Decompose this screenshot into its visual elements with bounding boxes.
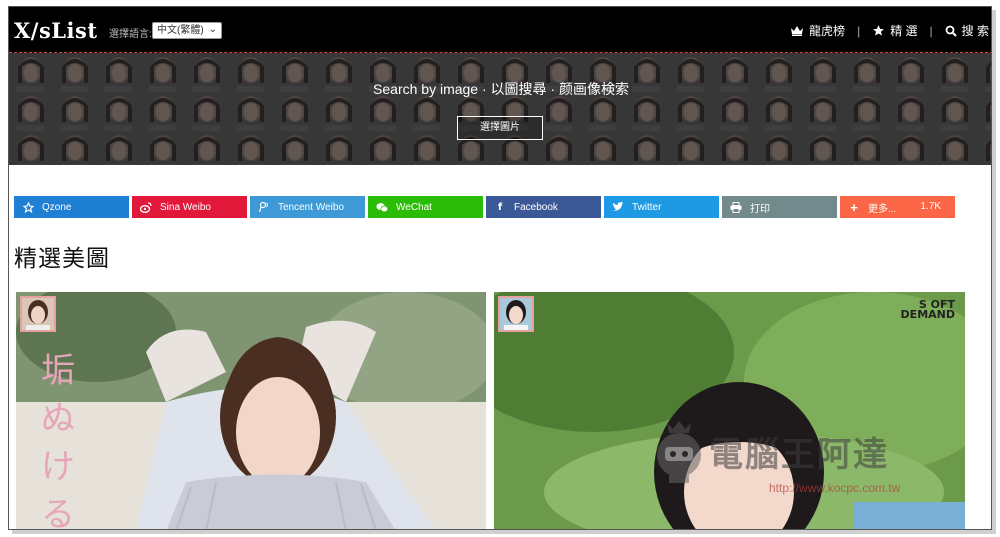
twitter-icon xyxy=(612,201,624,213)
share-label: Facebook xyxy=(514,201,558,213)
share-facebook-button[interactable]: f Facebook xyxy=(486,196,601,218)
language-selected-value: 中文(繁體) xyxy=(157,25,204,36)
featured-image-card[interactable]: 垢ぬける xyxy=(16,292,486,530)
avatar-photo xyxy=(22,298,54,330)
nav-label-search: 搜 索 xyxy=(961,24,989,38)
share-label: WeChat xyxy=(396,201,432,213)
share-bar: Qzone Sina Weibo Tencent Weibo WeChat f … xyxy=(14,196,955,218)
face-mosaic-background xyxy=(9,53,991,165)
plus-icon: + xyxy=(850,199,858,215)
top-navigation-bar: X/sList 選擇語言: 中文(繁體) ⌄ 龍虎榜 | 精 選 | 搜 索 xyxy=(9,7,991,53)
studio-logo: S OFT DEMAND xyxy=(900,299,955,321)
weibo-icon xyxy=(140,201,152,213)
choose-image-button[interactable]: 選擇圖片 xyxy=(457,116,543,140)
share-count: 1.7K xyxy=(920,201,941,212)
watermark-mascot-icon xyxy=(657,421,701,483)
nav-item-search[interactable]: 搜 索 xyxy=(945,22,989,39)
print-icon xyxy=(730,201,742,213)
share-label: 打印 xyxy=(750,203,770,215)
studio-logo-bottom: DEMAND xyxy=(900,308,955,321)
nav-label-ranking: 龍虎榜 xyxy=(809,24,846,38)
facebook-icon: f xyxy=(497,201,503,213)
image-search-banner: Search by image · 以圖搜尋 · 颜画像検索 選擇圖片 xyxy=(9,53,991,165)
watermark-text: 電腦王阿達 xyxy=(709,436,889,474)
nav-divider: | xyxy=(929,23,933,38)
share-tencent-weibo-button[interactable]: Tencent Weibo xyxy=(250,196,365,218)
share-label: Sina Weibo xyxy=(160,201,211,213)
star-icon xyxy=(873,25,885,36)
main-nav: 龍虎榜 | 精 選 | 搜 索 xyxy=(790,22,989,39)
cover-vertical-text: 垢ぬける xyxy=(41,351,75,530)
featured-section-title: 精選美圖 xyxy=(14,245,110,271)
banner-title: Search by image · 以圖搜尋 · 颜画像検索 xyxy=(373,81,629,97)
search-icon xyxy=(945,25,957,37)
share-label: Twitter xyxy=(632,201,662,213)
nav-item-featured[interactable]: 精 選 xyxy=(872,22,918,39)
share-sina-weibo-button[interactable]: Sina Weibo xyxy=(132,196,247,218)
language-select[interactable]: 中文(繁體) ⌄ xyxy=(152,22,222,39)
featured-photo xyxy=(16,292,486,529)
nav-divider: | xyxy=(857,23,861,38)
chevron-down-icon: ⌄ xyxy=(208,24,217,35)
wechat-icon xyxy=(376,201,388,213)
share-label: Tencent Weibo xyxy=(278,201,344,213)
share-label: Qzone xyxy=(42,201,72,213)
nav-item-ranking[interactable]: 龍虎榜 xyxy=(790,22,845,39)
share-label: 更多... xyxy=(868,203,897,215)
tencent-icon xyxy=(258,201,270,213)
site-logo[interactable]: X/sList xyxy=(14,18,98,43)
share-wechat-button[interactable]: WeChat xyxy=(368,196,483,218)
uploader-avatar[interactable] xyxy=(498,296,534,332)
crown-icon xyxy=(791,26,804,36)
share-more-button[interactable]: + 更多... 1.7K xyxy=(840,196,955,218)
avatar-photo xyxy=(500,298,532,330)
browser-viewport: X/sList 選擇語言: 中文(繁體) ⌄ 龍虎榜 | 精 選 | 搜 索 S… xyxy=(8,6,992,530)
share-print-button[interactable]: 打印 xyxy=(722,196,837,218)
nav-label-featured: 精 選 xyxy=(890,24,918,38)
watermark-url: http://www.kocpc.com.tw xyxy=(769,481,901,495)
share-qzone-button[interactable]: Qzone xyxy=(14,196,129,218)
qzone-star-icon xyxy=(22,201,34,213)
share-twitter-button[interactable]: Twitter xyxy=(604,196,719,218)
uploader-avatar[interactable] xyxy=(20,296,56,332)
language-label: 選擇語言: xyxy=(109,29,152,40)
